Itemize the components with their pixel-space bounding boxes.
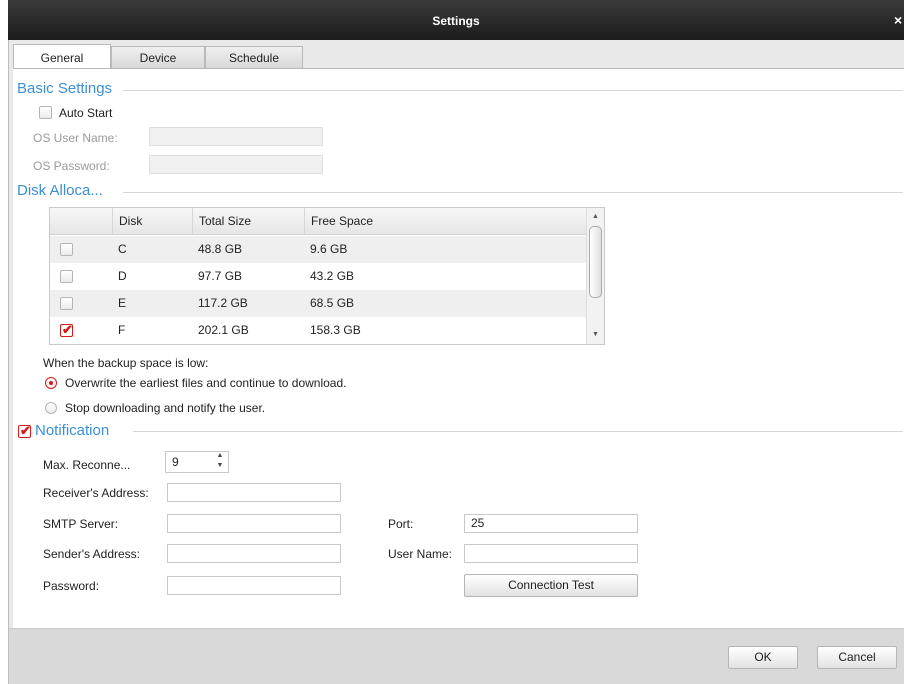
basic-settings-heading: Basic Settings [17, 80, 119, 97]
port-field[interactable]: 25 [464, 514, 638, 533]
scrollbar-thumb[interactable] [589, 226, 602, 298]
close-icon[interactable]: × [894, 13, 904, 27]
scroll-down-icon[interactable]: ▼ [587, 328, 604, 342]
check-icon: ✔ [20, 423, 31, 438]
tab-general[interactable]: General [13, 44, 111, 70]
section-divider [123, 192, 903, 193]
scroll-up-icon[interactable]: ▲ [587, 210, 604, 224]
table-header: Disk Total Size Free Space [50, 208, 587, 235]
os-user-name-label: OS User Name: [33, 131, 118, 145]
receiver-address-field[interactable] [167, 483, 341, 502]
row-checkbox[interactable] [60, 270, 73, 283]
auto-start-checkbox[interactable] [39, 106, 52, 119]
overwrite-radio[interactable] [45, 377, 57, 389]
tab-schedule[interactable]: Schedule [205, 46, 303, 70]
table-row[interactable]: ✔ F 202.1 GB 158.3 GB [50, 317, 587, 344]
column-header-total-size[interactable]: Total Size [192, 208, 304, 235]
user-name-label: User Name: [388, 547, 453, 561]
table-row[interactable]: D 97.7 GB 43.2 GB [50, 263, 587, 290]
user-name-field[interactable] [464, 544, 638, 563]
password-field[interactable] [167, 576, 341, 595]
tab-device[interactable]: Device [111, 46, 205, 70]
max-reconnect-value: 9 [172, 455, 179, 469]
ok-button[interactable]: OK [728, 646, 798, 669]
column-header-free-space[interactable]: Free Space [304, 208, 587, 235]
max-reconnect-stepper[interactable]: 9 ▲ ▼ [165, 451, 229, 473]
disk-allocation-heading: Disk Alloca... [17, 182, 109, 199]
total-size-cell: 48.8 GB [198, 242, 243, 256]
notification-checkbox[interactable]: ✔ [18, 423, 31, 438]
title-bar: Settings × [8, 0, 904, 40]
column-header-select [50, 208, 112, 235]
port-label: Port: [388, 517, 414, 531]
free-space-cell: 68.5 GB [310, 296, 355, 310]
row-checkbox[interactable] [60, 243, 73, 256]
cancel-button[interactable]: Cancel [817, 646, 897, 669]
dialog-footer: OK Cancel [9, 628, 904, 684]
disk-cell: F [118, 323, 126, 337]
smtp-server-field[interactable] [167, 514, 341, 533]
check-icon: ✔ [62, 322, 73, 337]
row-checkbox[interactable] [60, 297, 73, 310]
smtp-server-label: SMTP Server: [43, 517, 119, 531]
free-space-cell: 158.3 GB [310, 323, 361, 337]
disk-cell: D [118, 269, 127, 283]
receiver-address-label: Receiver's Address: [43, 486, 149, 500]
sender-address-field[interactable] [167, 544, 341, 563]
general-panel: Basic Settings Auto Start OS User Name: … [13, 68, 904, 628]
settings-window: General Device Schedule Basic Settings A… [8, 40, 904, 684]
section-divider [133, 431, 903, 432]
max-reconnect-label: Max. Reconne... [43, 458, 131, 472]
auto-start-label: Auto Start [59, 106, 113, 120]
disk-cell: C [118, 242, 127, 256]
disk-cell: E [118, 296, 127, 310]
low-space-label: When the backup space is low: [43, 356, 209, 370]
section-divider [123, 90, 903, 91]
notification-heading: Notification [35, 422, 116, 439]
column-header-disk[interactable]: Disk [112, 208, 192, 235]
os-user-name-field[interactable] [149, 127, 323, 146]
table-row[interactable]: C 48.8 GB 9.6 GB [50, 236, 587, 263]
window-title: Settings [432, 14, 480, 28]
disk-table: Disk Total Size Free Space C 48.8 GB 9.6… [49, 207, 605, 345]
overwrite-label: Overwrite the earliest files and continu… [65, 376, 347, 390]
total-size-cell: 202.1 GB [198, 323, 249, 337]
increment-icon[interactable]: ▲ [214, 452, 226, 462]
password-label: Password: [43, 579, 100, 593]
total-size-cell: 117.2 GB [198, 296, 248, 310]
table-scrollbar[interactable]: ▲ ▼ [586, 208, 604, 344]
total-size-cell: 97.7 GB [198, 269, 243, 283]
stop-downloading-label: Stop downloading and notify the user. [65, 401, 266, 415]
sender-address-label: Sender's Address: [43, 547, 141, 561]
table-row[interactable]: E 117.2 GB 68.5 GB [50, 290, 587, 317]
free-space-cell: 9.6 GB [310, 242, 348, 256]
free-space-cell: 43.2 GB [310, 269, 355, 283]
row-checkbox[interactable]: ✔ [60, 322, 73, 337]
stop-downloading-radio[interactable] [45, 402, 57, 414]
os-password-field[interactable] [149, 155, 323, 174]
connection-test-button[interactable]: Connection Test [464, 574, 638, 597]
os-password-label: OS Password: [33, 159, 110, 173]
decrement-icon[interactable]: ▼ [214, 462, 226, 472]
